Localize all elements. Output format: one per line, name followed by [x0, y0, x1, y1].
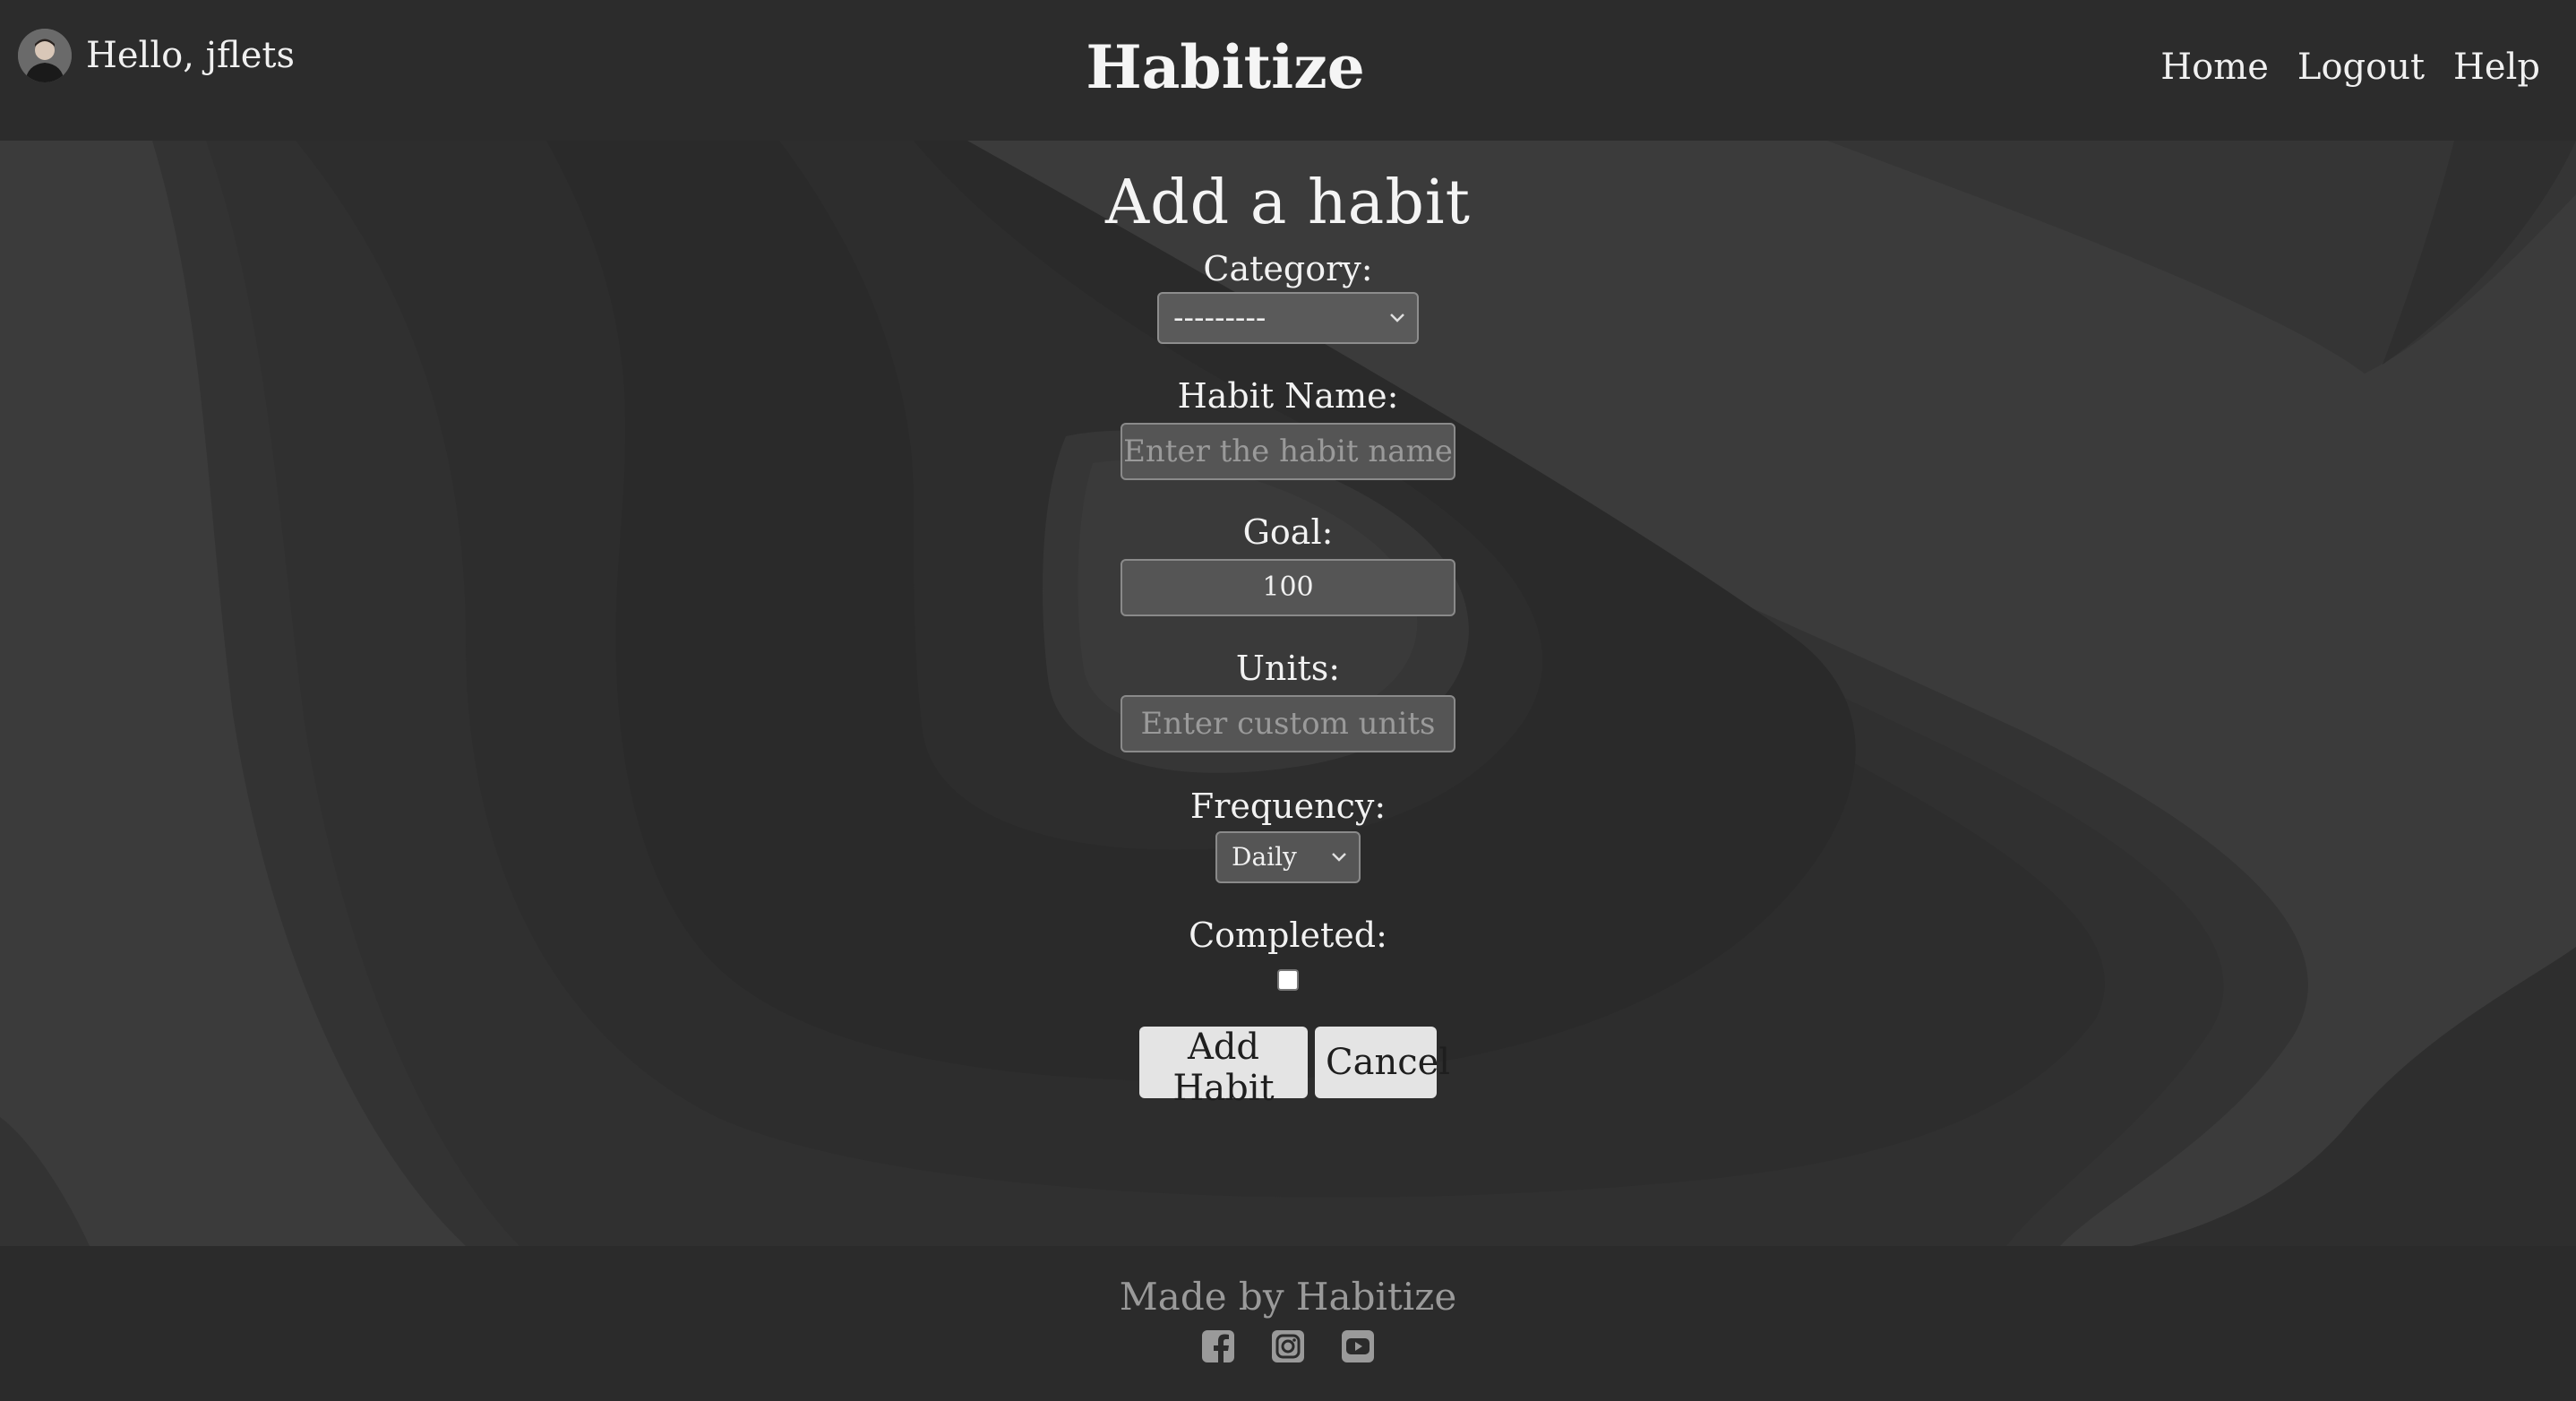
- instagram-icon[interactable]: [1271, 1329, 1305, 1363]
- category-value: ---------: [1173, 300, 1267, 336]
- units-label: Units:: [1235, 649, 1341, 688]
- cancel-button[interactable]: Cancel: [1315, 1027, 1450, 1098]
- facebook-icon[interactable]: [1201, 1329, 1235, 1363]
- greeting-text: Hello, jflets: [86, 35, 296, 76]
- add-habit-button[interactable]: Add Habit: [1139, 1027, 1308, 1109]
- completed-label: Completed:: [1189, 915, 1387, 955]
- social-links: [0, 1329, 2576, 1363]
- category-select[interactable]: ---------: [1157, 292, 1419, 344]
- page-title: Add a habit: [1105, 168, 1471, 238]
- nav-logout-link[interactable]: Logout: [2297, 47, 2425, 88]
- form-actions: Add Habit Cancel: [1019, 1027, 1557, 1109]
- chevron-down-icon: [1390, 314, 1404, 322]
- frequency-value: Daily: [1232, 842, 1297, 872]
- completed-checkbox[interactable]: [1277, 969, 1299, 991]
- units-input[interactable]: [1121, 695, 1455, 752]
- chevron-down-icon: [1332, 853, 1346, 862]
- habit-name-label: Habit Name:: [1177, 376, 1399, 416]
- goal-label: Goal:: [1242, 512, 1334, 552]
- top-navbar: Hello, jflets Habitize Home Logout Help: [0, 0, 2576, 141]
- main-content: Add a habit Category: --------- Habit Na…: [0, 141, 2576, 1246]
- frequency-label: Frequency:: [1189, 786, 1387, 826]
- avatar[interactable]: [18, 29, 72, 82]
- nav-help-link[interactable]: Help: [2453, 47, 2540, 88]
- youtube-icon[interactable]: [1341, 1329, 1375, 1363]
- frequency-select[interactable]: Daily: [1215, 831, 1361, 883]
- habit-name-input[interactable]: [1121, 423, 1455, 480]
- main-nav: Home Logout Help: [2160, 47, 2540, 88]
- footer-credit: Made by Habitize: [1119, 1275, 1457, 1319]
- category-label: Category:: [1203, 249, 1373, 288]
- footer: Made by Habitize: [0, 1246, 2576, 1401]
- user-greeting: Hello, jflets: [18, 27, 295, 84]
- goal-input[interactable]: 100: [1121, 559, 1455, 616]
- nav-home-link[interactable]: Home: [2160, 47, 2269, 88]
- add-habit-form: Add a habit Category: --------- Habit Na…: [1019, 141, 1557, 1109]
- brand-title[interactable]: Habitize: [1028, 32, 1422, 102]
